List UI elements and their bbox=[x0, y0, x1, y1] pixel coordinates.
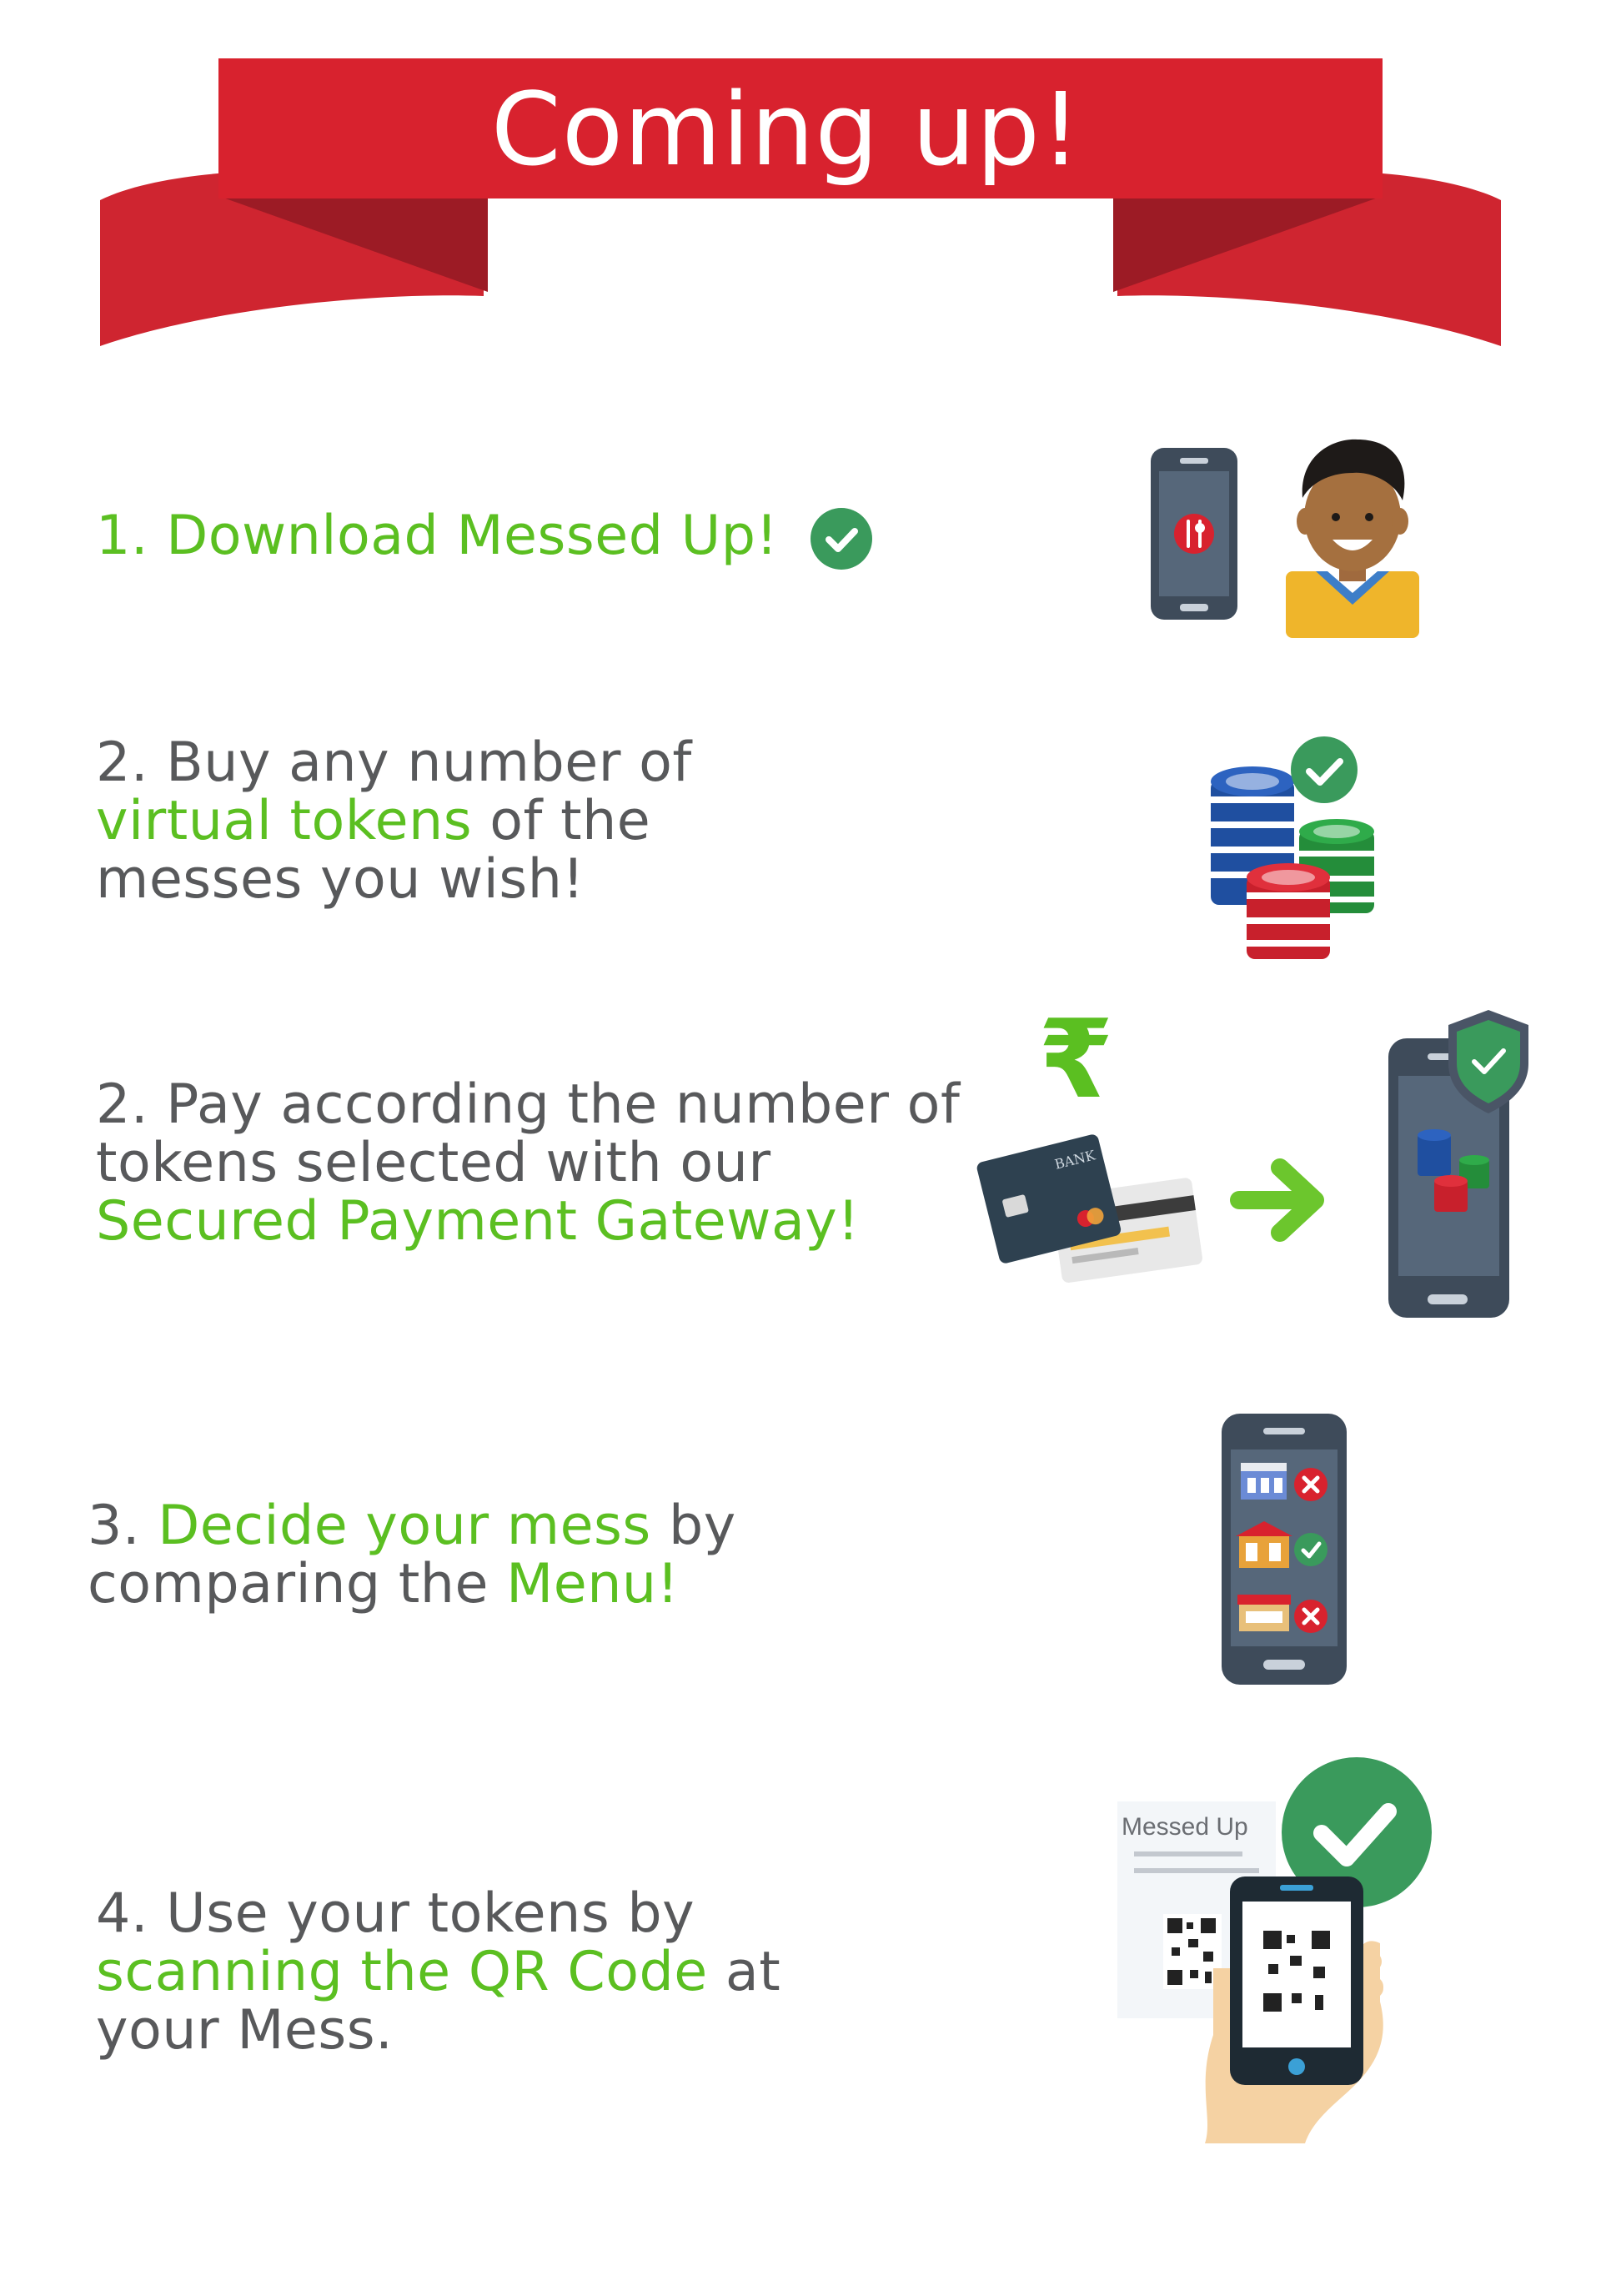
rupee-icon: ₹ bbox=[1038, 996, 1113, 1123]
cards-icon: BANK bbox=[976, 1134, 1202, 1283]
step-4-line-2-pre: comparing the bbox=[88, 1553, 507, 1615]
step-1-text: Download Messed Up! bbox=[166, 505, 779, 567]
person-icon bbox=[1286, 439, 1419, 638]
page-title: Coming up! bbox=[490, 73, 1082, 188]
step-2-line-1: 2. Buy any number of bbox=[96, 731, 692, 794]
app-phone-person-illustration bbox=[1151, 439, 1419, 638]
mess-option-3 bbox=[1237, 1595, 1327, 1633]
check-icon bbox=[1291, 736, 1358, 803]
step-4-number: 3. bbox=[88, 1495, 158, 1557]
phone-icon bbox=[1151, 448, 1237, 620]
qr-scan-illustration: Messed Up bbox=[1117, 1757, 1432, 2143]
qr-code-receipt bbox=[1163, 1914, 1222, 1989]
mess-option-1 bbox=[1241, 1463, 1327, 1501]
token-chips-illustration bbox=[1211, 736, 1374, 959]
step-2-line-3: messes you wish! bbox=[96, 848, 585, 911]
step-2: 2. Buy any number of virtual tokens of t… bbox=[96, 734, 692, 909]
step-2-line-2-rest: of the bbox=[472, 790, 651, 852]
step-4-line-1-rest: by bbox=[650, 1495, 736, 1557]
step-3-line-1: 2. Pay according the number of bbox=[96, 1073, 961, 1136]
step-1: 1. Download Messed Up! bbox=[96, 505, 873, 570]
scanning-phone-icon bbox=[1230, 1876, 1363, 2085]
step-3-highlight: Secured Payment Gateway! bbox=[96, 1190, 860, 1253]
step-5: 4. Use your tokens by scanning the QR Co… bbox=[96, 1885, 780, 2060]
secure-phone-icon bbox=[1388, 1010, 1528, 1318]
step-1-number: 1. bbox=[96, 505, 149, 567]
red-chip-stack bbox=[1247, 863, 1330, 959]
step-4-menu-highlight: Menu! bbox=[506, 1553, 680, 1615]
step-5-line-1: 4. Use your tokens by bbox=[96, 1882, 695, 1945]
step-4: 3. Decide your mess by comparing the Men… bbox=[88, 1497, 736, 1614]
step-3: 2. Pay according the number of tokens se… bbox=[96, 1076, 960, 1251]
step-2-highlight: virtual tokens bbox=[96, 790, 473, 852]
step-4-highlight: Decide your mess bbox=[158, 1495, 651, 1557]
step-5-line-3: your Mess. bbox=[96, 1999, 394, 2062]
check-icon bbox=[811, 507, 873, 570]
receipt-title: Messed Up bbox=[1122, 1813, 1248, 1841]
arrow-right-icon bbox=[1230, 1158, 1324, 1242]
menu-compare-phone-illustration bbox=[1222, 1414, 1347, 1685]
step-5-highlight: scanning the QR Code bbox=[96, 1941, 708, 2003]
step-5-line-2-rest: at bbox=[707, 1941, 781, 2003]
step-3-line-2: tokens selected with our bbox=[96, 1132, 771, 1194]
payment-illustration: ₹ BANK bbox=[976, 996, 1528, 1318]
